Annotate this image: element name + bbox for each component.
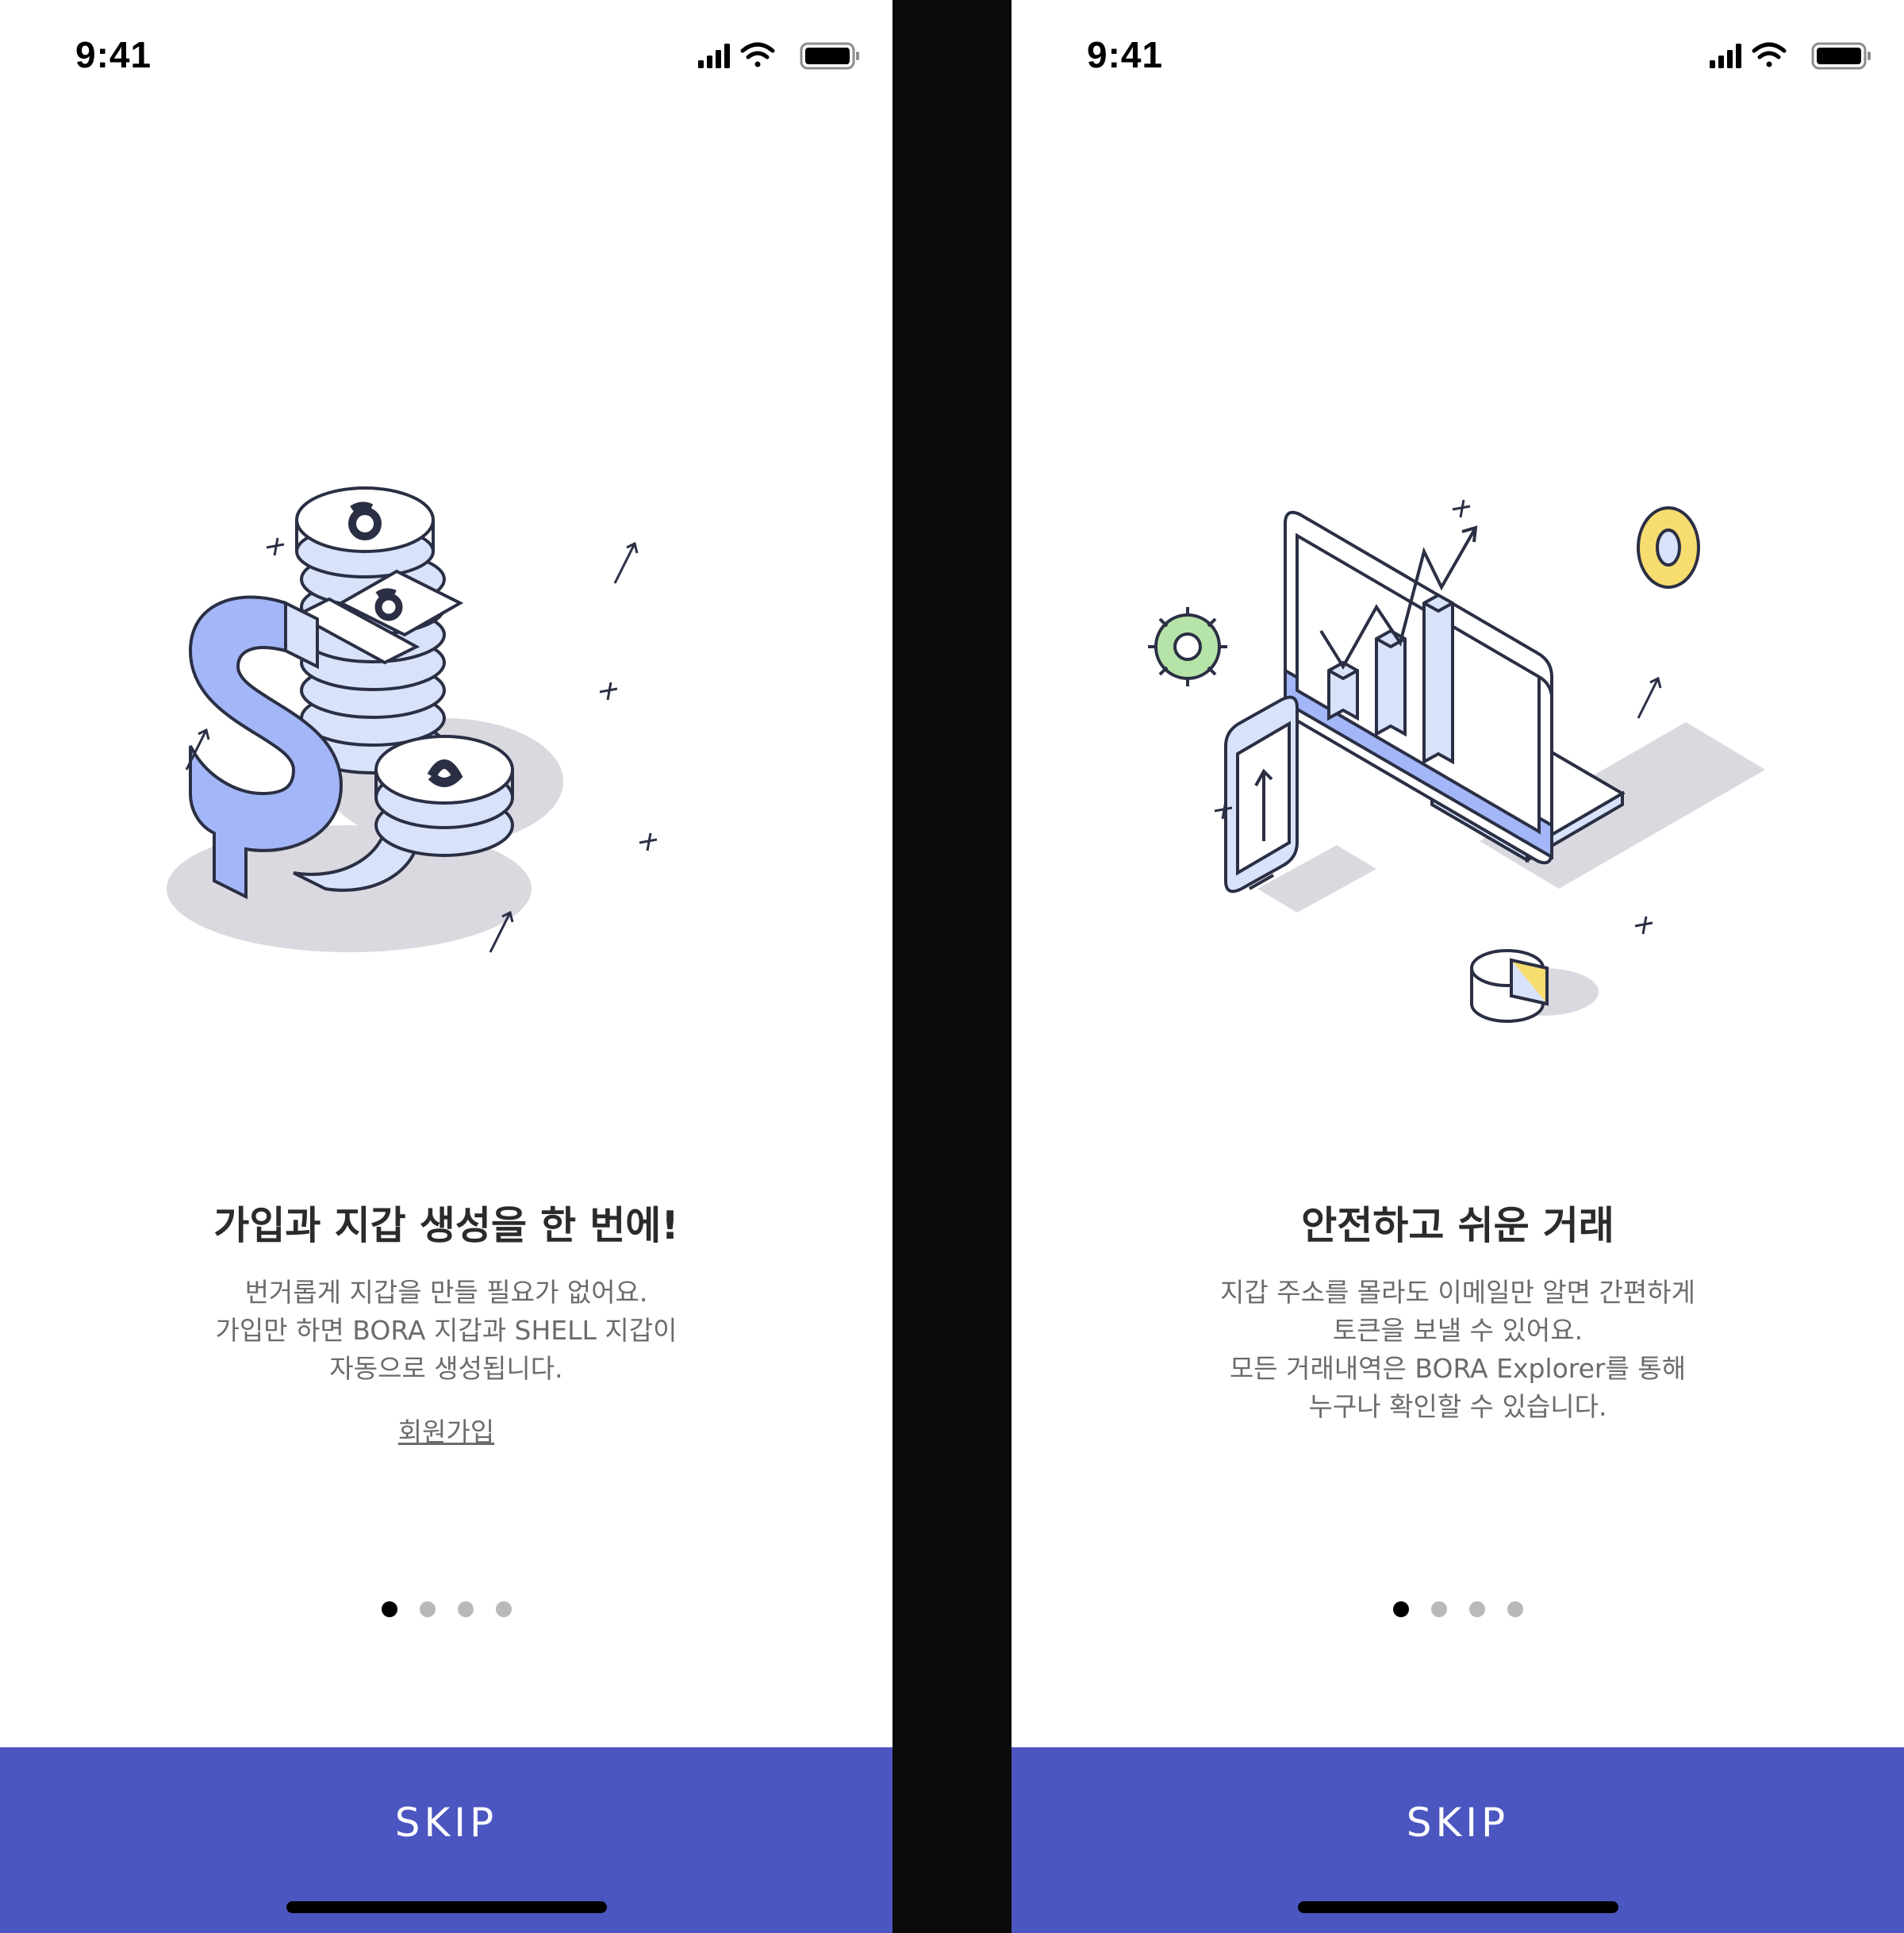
description-line: 토큰을 보낼 수 있어요. (1332, 1315, 1583, 1346)
description-line: 모든 거래내역은 BORA Explorer를 통해 (1229, 1353, 1687, 1384)
status-time: 9:41 (75, 34, 152, 75)
status-icons (1710, 42, 1871, 70)
coins-stack-dollar-illustration (167, 486, 658, 953)
skip-label: SKIP (394, 1800, 498, 1846)
description-line: 누구나 확인할 수 있습니다. (1308, 1391, 1607, 1422)
onboarding-title: 가입과 지갑 생성을 한 번에! (213, 1203, 679, 1248)
page-dot[interactable] (1468, 1601, 1485, 1617)
page-dot-active[interactable] (381, 1601, 397, 1617)
battery-icon (800, 42, 859, 70)
status-bar: 9:41 (0, 0, 892, 111)
monitor-chart-phone-illustration (1148, 499, 1765, 1023)
page-indicator (1012, 1601, 1904, 1617)
onboarding-description: 번거롭게 지갑을 만들 필요가 없어요. 가입만 하면 BORA 지갑과 SHE… (0, 1274, 892, 1388)
page-dot[interactable] (495, 1601, 512, 1617)
page-indicator (0, 1601, 892, 1617)
status-bar: 9:41 (1012, 0, 1904, 111)
page-dot-active[interactable] (1392, 1601, 1409, 1617)
description-line: 번거롭게 지갑을 만들 필요가 없어요. (244, 1277, 648, 1308)
page-dot[interactable] (1430, 1601, 1447, 1617)
wifi-icon (740, 42, 775, 67)
skip-button[interactable]: SKIP (1012, 1747, 1904, 1933)
signal-icon (1710, 44, 1741, 68)
skip-button[interactable]: SKIP (0, 1747, 892, 1933)
home-indicator (286, 1901, 607, 1913)
description-line: 지갑 주소를 몰라도 이메일만 알면 간편하게 (1220, 1277, 1695, 1308)
skip-label: SKIP (1406, 1800, 1510, 1846)
home-indicator (1297, 1901, 1618, 1913)
page-dot[interactable] (457, 1601, 474, 1617)
description-line: 자동으로 생성됩니다. (329, 1353, 563, 1384)
onboarding-description: 지갑 주소를 몰라도 이메일만 알면 간편하게 토큰을 보낼 수 있어요. 모든… (1012, 1274, 1904, 1426)
onboarding-title: 안전하고 쉬운 거래 (1301, 1203, 1614, 1248)
battery-icon (1811, 42, 1871, 70)
signup-link[interactable]: 회원가입 (0, 1411, 892, 1449)
onboarding-screen-2: 9:41 안전하고 쉬운 거래 지갑 주소를 몰라도 이메일만 알면 간편하게 … (1012, 0, 1904, 1933)
page-dot[interactable] (419, 1601, 436, 1617)
signal-icon (698, 44, 730, 68)
description-line: 가입만 하면 BORA 지갑과 SHELL 지갑이 (215, 1315, 678, 1346)
status-icons (698, 42, 859, 70)
onboarding-screen-1: 9:41 가입과 지갑 생성을 한 번에! 번거롭게 지갑을 만들 필요가 없어… (0, 0, 892, 1933)
page-dot[interactable] (1507, 1601, 1523, 1617)
status-time: 9:41 (1087, 34, 1164, 75)
wifi-icon (1752, 42, 1787, 67)
